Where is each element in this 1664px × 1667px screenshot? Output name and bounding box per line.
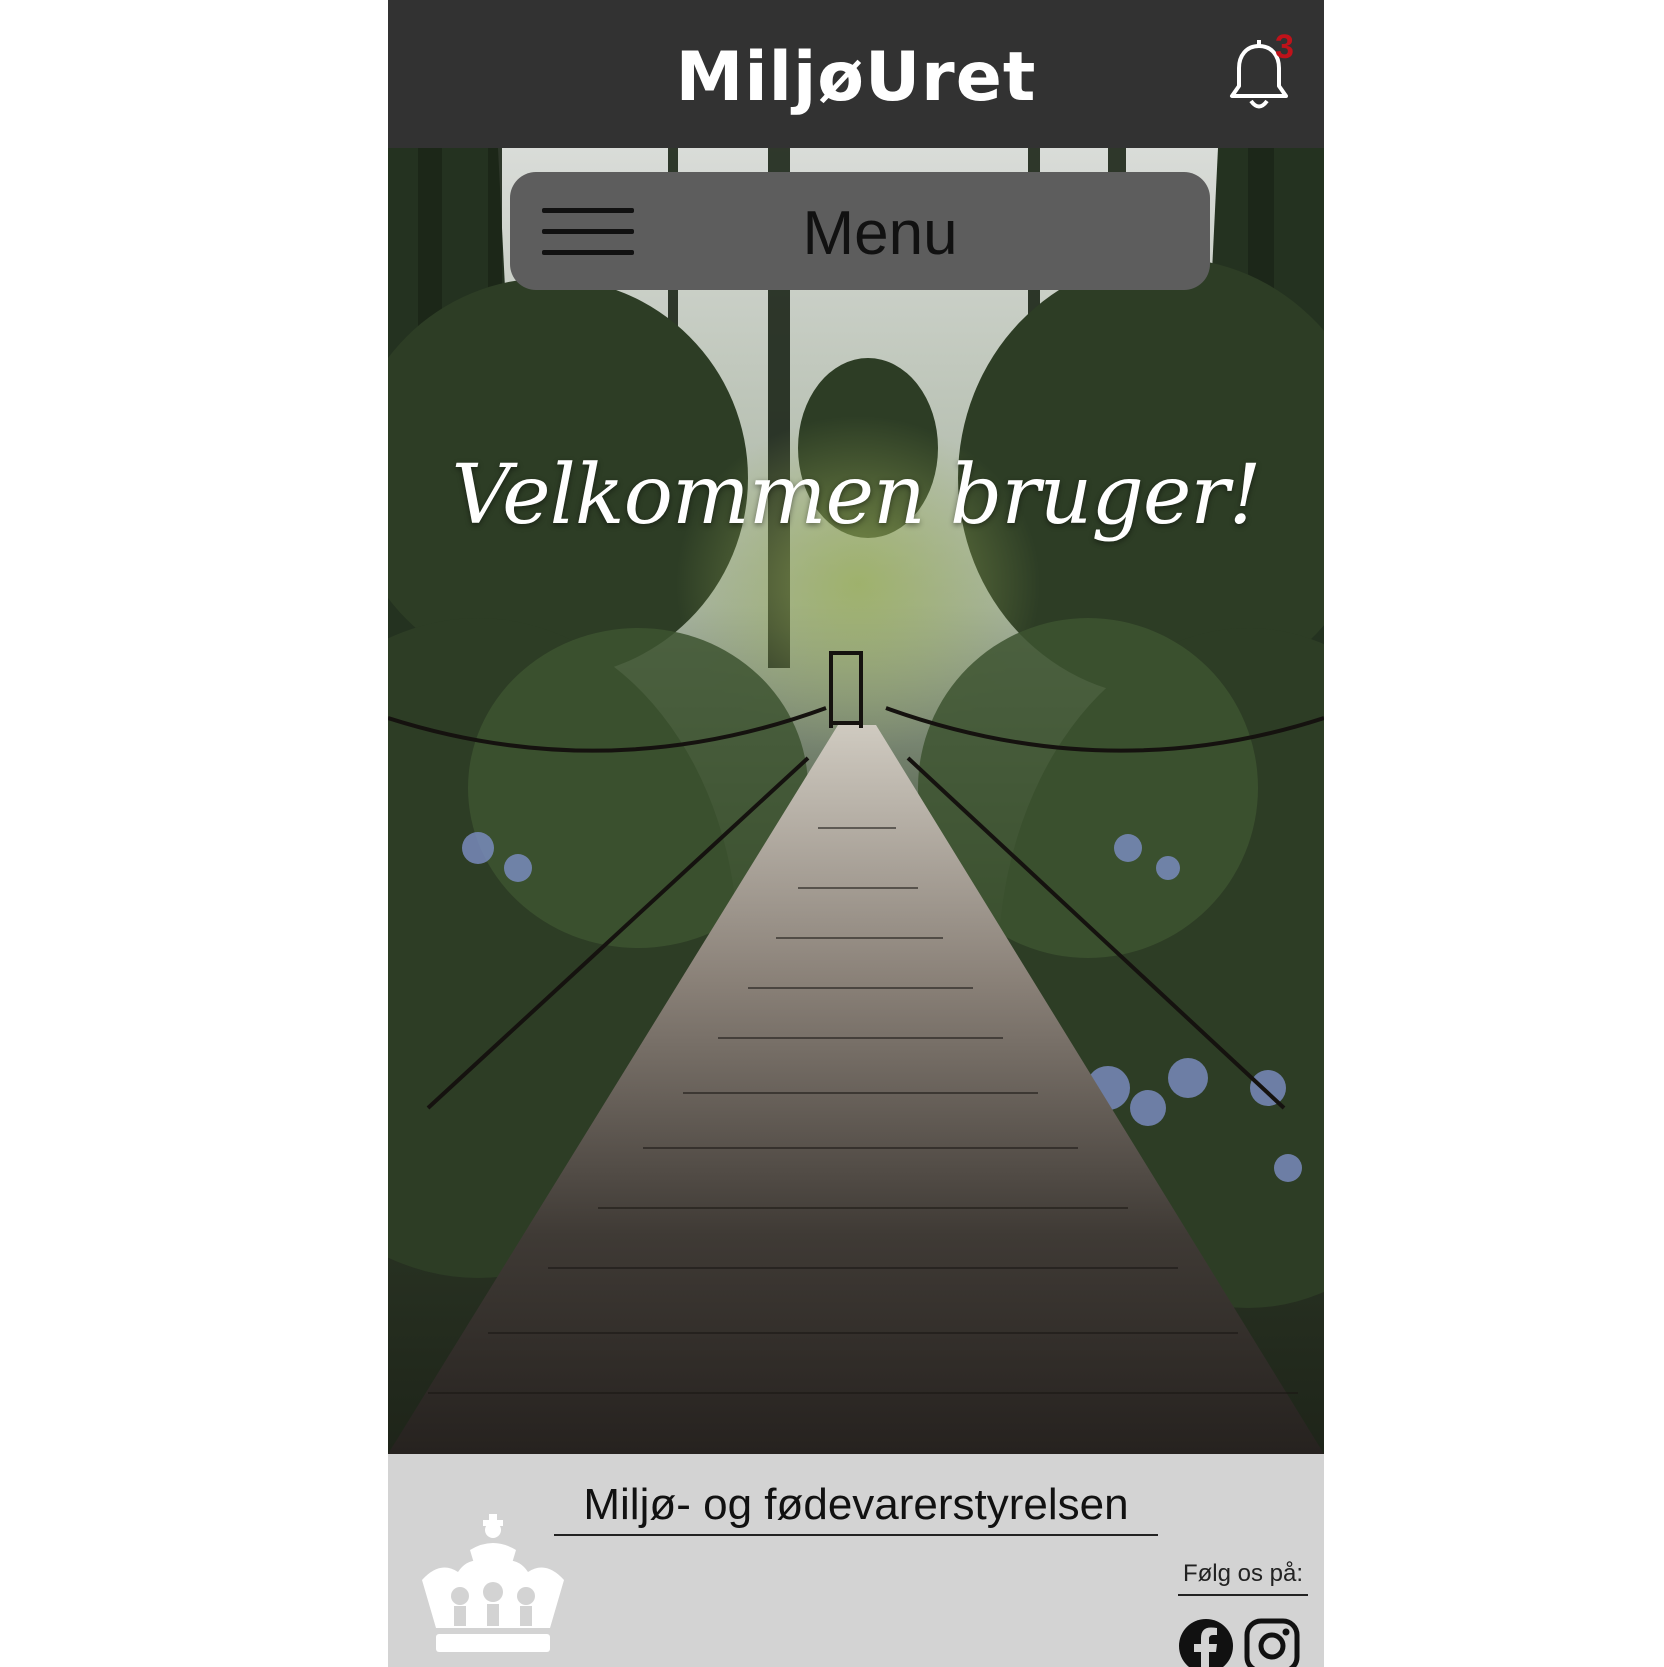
- forest-bridge-image: [388, 148, 1324, 1454]
- facebook-icon[interactable]: [1178, 1618, 1234, 1667]
- welcome-heading: Velkommen bruger!: [451, 448, 1261, 543]
- top-bar: MiljøUret 3: [388, 0, 1324, 148]
- agency-name: Miljø- og fødevarerstyrelsen: [554, 1480, 1158, 1536]
- app-title: MiljøUret: [675, 38, 1037, 117]
- notification-badge: 3: [1275, 28, 1294, 66]
- hero-banner: Menu Velkommen bruger!: [388, 148, 1324, 1454]
- crown-logo-icon: [422, 1514, 564, 1652]
- menu-button[interactable]: Menu: [510, 172, 1210, 290]
- follow-label: Følg os på:: [1178, 1560, 1308, 1596]
- menu-label: Menu: [802, 199, 958, 268]
- footer: Miljø- og fødevarerstyrelsen Følg os på:: [388, 1454, 1324, 1667]
- app-screen: MiljøUret 3 Menu Velkommen bruger! Miljø…: [388, 0, 1324, 1667]
- instagram-icon[interactable]: [1244, 1618, 1300, 1667]
